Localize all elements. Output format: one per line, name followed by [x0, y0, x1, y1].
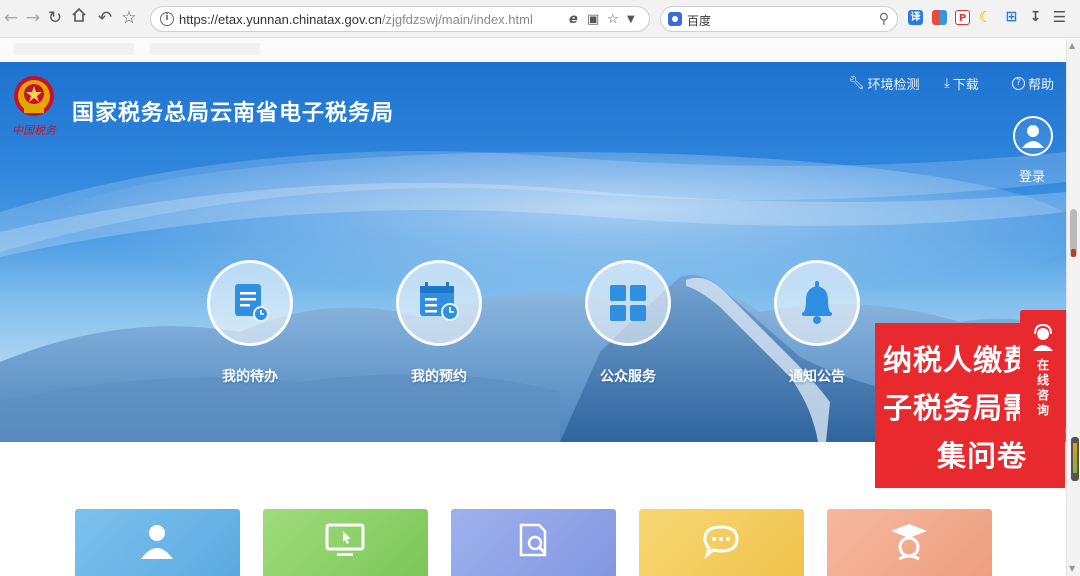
download-label: 下载	[952, 78, 979, 93]
top-band	[0, 39, 1066, 61]
scroll-down-icon[interactable]: ▼	[1069, 564, 1075, 573]
bookmark-star-icon[interactable]: ☆	[118, 7, 140, 29]
scroll-marker	[1071, 249, 1076, 257]
headset-icon	[1033, 323, 1053, 351]
forward-icon[interactable]: →	[22, 7, 44, 29]
bell-icon	[774, 260, 860, 346]
search-engine-icon[interactable]	[668, 12, 682, 26]
promo-line-2: 子税务局需	[883, 391, 1034, 425]
tax-emblem-logo: 中国税务	[12, 76, 57, 137]
favorite-icon[interactable]: ☆	[607, 12, 619, 27]
download-icon[interactable]: ↧	[1028, 10, 1043, 25]
graduate-icon	[891, 524, 927, 561]
side-gauge-widget[interactable]	[1071, 437, 1079, 481]
service-appointment-label: 我的预约	[411, 369, 467, 385]
svg-text:中国税务: 中国税务	[12, 124, 57, 137]
translate-icon[interactable]: 译	[908, 10, 923, 25]
reload-icon[interactable]: ↻	[44, 7, 66, 29]
card-search-doc[interactable]	[451, 509, 616, 576]
login-label[interactable]: 登录	[1019, 166, 1045, 185]
download-arrow-icon: ⤓	[944, 76, 950, 91]
search-engine-label: 百度	[687, 14, 712, 28]
promo-line-3: 集问卷	[937, 439, 1028, 473]
todo-doc-icon	[207, 260, 293, 346]
address-url: https://etax.yunnan.chinatax.gov.cn/zjgf…	[179, 12, 533, 27]
card-chat[interactable]	[639, 509, 804, 576]
search-icon[interactable]: ⚲	[879, 11, 889, 27]
home-icon[interactable]	[68, 7, 90, 29]
card-graduate[interactable]	[827, 509, 992, 576]
env-check-label: 环境检测	[867, 78, 920, 93]
service-public-label: 公众服务	[600, 369, 656, 385]
promo-line-1: 纳税人缴费	[883, 343, 1034, 377]
url-path: /zjgfdzswj/main/index.html	[381, 12, 533, 27]
question-icon: ?	[1012, 77, 1025, 90]
card-monitor[interactable]	[263, 509, 428, 576]
page-content: 中国税务 国家税务总局云南省电子税务局 🔧︎ 环境检测 ⤓ 下载 ? 帮助 登录	[0, 39, 1066, 576]
address-bar[interactable]: i https://etax.yunnan.chinatax.gov.cn/zj…	[150, 6, 650, 32]
info-icon[interactable]: i	[160, 12, 174, 26]
login-avatar-button[interactable]	[1013, 116, 1053, 156]
user-icon	[141, 525, 173, 559]
online-consult-label: 在线咨询	[1036, 358, 1049, 417]
back-icon[interactable]: ←	[0, 7, 22, 29]
service-todo[interactable]: 我的待办	[190, 260, 310, 386]
chat-bubble-icon	[703, 525, 739, 560]
service-notice-label: 通知公告	[789, 369, 845, 385]
page-scrollbar[interactable]: ▲ ▼	[1066, 39, 1080, 576]
service-notice[interactable]: 通知公告	[757, 260, 877, 386]
apps-icon[interactable]	[932, 10, 947, 25]
user-icon	[1022, 125, 1044, 148]
help-label: 帮助	[1028, 78, 1055, 93]
env-check-link[interactable]: 🔧︎ 环境检测	[848, 74, 920, 93]
card-user[interactable]	[75, 509, 240, 576]
ie-mode-icon[interactable]: e	[569, 12, 578, 27]
wrench-icon: 🔧︎	[848, 76, 865, 91]
service-appointment[interactable]: 我的预约	[379, 260, 499, 386]
undo-icon[interactable]: ↶	[94, 7, 116, 29]
calendar-clock-icon	[396, 260, 482, 346]
url-host: https://etax.yunnan.chinatax.gov.cn	[179, 12, 382, 27]
online-consult-button[interactable]: 在线咨询	[1020, 310, 1066, 427]
grid-icon	[585, 260, 671, 346]
monitor-icon	[325, 523, 365, 556]
moon-icon[interactable]: ☾	[978, 10, 993, 25]
service-todo-label: 我的待办	[222, 369, 278, 385]
scroll-up-icon[interactable]: ▲	[1069, 41, 1075, 50]
help-link[interactable]: ? 帮助	[1012, 74, 1054, 93]
screenshot-icon[interactable]: ▣	[587, 12, 599, 27]
search-document-icon	[519, 523, 547, 557]
menu-icon[interactable]: ☰	[1052, 10, 1067, 25]
service-public[interactable]: 公众服务	[568, 260, 688, 386]
pdf-icon[interactable]: P	[955, 10, 970, 25]
search-box[interactable]: 百度 ⚲	[660, 6, 898, 32]
crop-icon[interactable]: ⊞	[1004, 10, 1019, 25]
browser-toolbar: ← → ↻ ↶ ☆ i https://etax.yunnan.chinatax…	[0, 0, 1080, 38]
download-link[interactable]: ⤓ 下载	[944, 74, 979, 93]
site-title: 国家税务总局云南省电子税务局	[72, 101, 395, 126]
dropdown-icon[interactable]: ▼	[627, 12, 635, 27]
